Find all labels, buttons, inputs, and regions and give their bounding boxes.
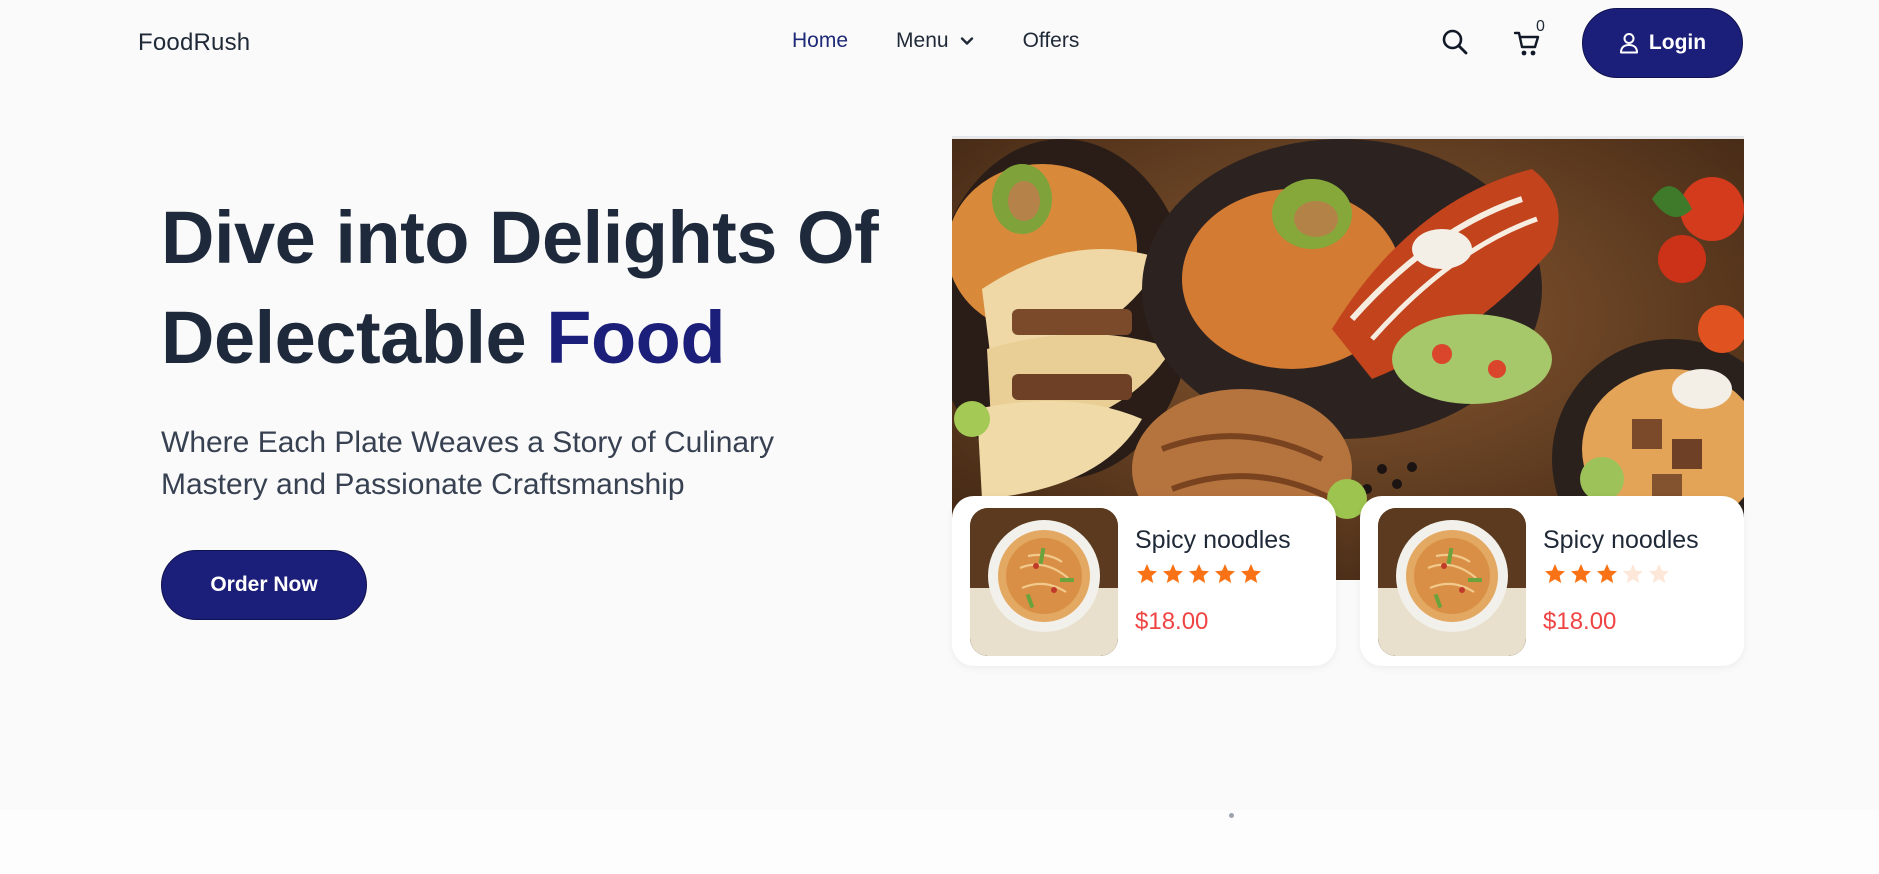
food-card-rating	[1135, 562, 1265, 586]
star-filled-icon	[1545, 564, 1565, 583]
nav-item-menu[interactable]: Menu	[896, 29, 975, 53]
site-header: FoodRush Home Menu Offers 0 Login	[0, 0, 1879, 86]
nav-item-offers[interactable]: Offers	[1023, 29, 1080, 53]
nav-item-home[interactable]: Home	[792, 29, 848, 53]
page-footer-band	[0, 810, 1879, 874]
star-filled-icon	[1163, 564, 1183, 583]
star-filled-icon	[1137, 564, 1157, 583]
main-nav: Home Menu Offers	[792, 29, 1079, 53]
food-card[interactable]: Spicy noodles $18.00	[952, 496, 1336, 666]
login-button[interactable]: Login	[1582, 8, 1743, 78]
food-card-price: $18.00	[1543, 608, 1617, 635]
nav-item-label: Home	[792, 29, 849, 52]
star-filled-icon	[1571, 564, 1591, 583]
star-empty-icon	[1623, 564, 1643, 583]
food-card-rating	[1543, 562, 1673, 586]
star-empty-icon	[1649, 564, 1669, 583]
food-card-name: Spicy noodles	[1543, 526, 1699, 554]
nav-item-label: Menu	[896, 29, 949, 52]
cart-count-badge: 0	[1536, 18, 1545, 35]
star-filled-icon	[1189, 564, 1209, 583]
chevron-down-icon	[959, 33, 975, 49]
star-filled-icon	[1215, 564, 1235, 583]
search-icon[interactable]	[1441, 28, 1469, 56]
food-card-image	[970, 508, 1118, 656]
food-card-price: $18.00	[1135, 608, 1209, 635]
food-card-name: Spicy noodles	[1135, 526, 1291, 554]
order-now-button[interactable]: Order Now	[161, 550, 367, 620]
food-card[interactable]: Spicy noodles $18.00	[1360, 496, 1744, 666]
carousel-indicator[interactable]	[1229, 813, 1234, 818]
star-filled-icon	[1241, 564, 1261, 583]
hero-title-line2-prefix: Delectable	[161, 296, 527, 379]
hero-title-line1: Dive into Delights Of	[161, 196, 879, 279]
login-label: Login	[1648, 31, 1707, 54]
star-filled-icon	[1597, 564, 1617, 583]
user-icon	[1619, 32, 1639, 54]
brand-logo[interactable]: FoodRush	[138, 29, 250, 57]
hero-title: Dive into Delights Of Delectable Food	[161, 188, 921, 388]
food-card-image	[1378, 508, 1526, 656]
hero-subtitle: Where Each Plate Weaves a Story of Culin…	[161, 426, 775, 501]
hero-title-accent: Food	[546, 296, 726, 379]
nav-item-label: Offers	[1022, 29, 1080, 52]
